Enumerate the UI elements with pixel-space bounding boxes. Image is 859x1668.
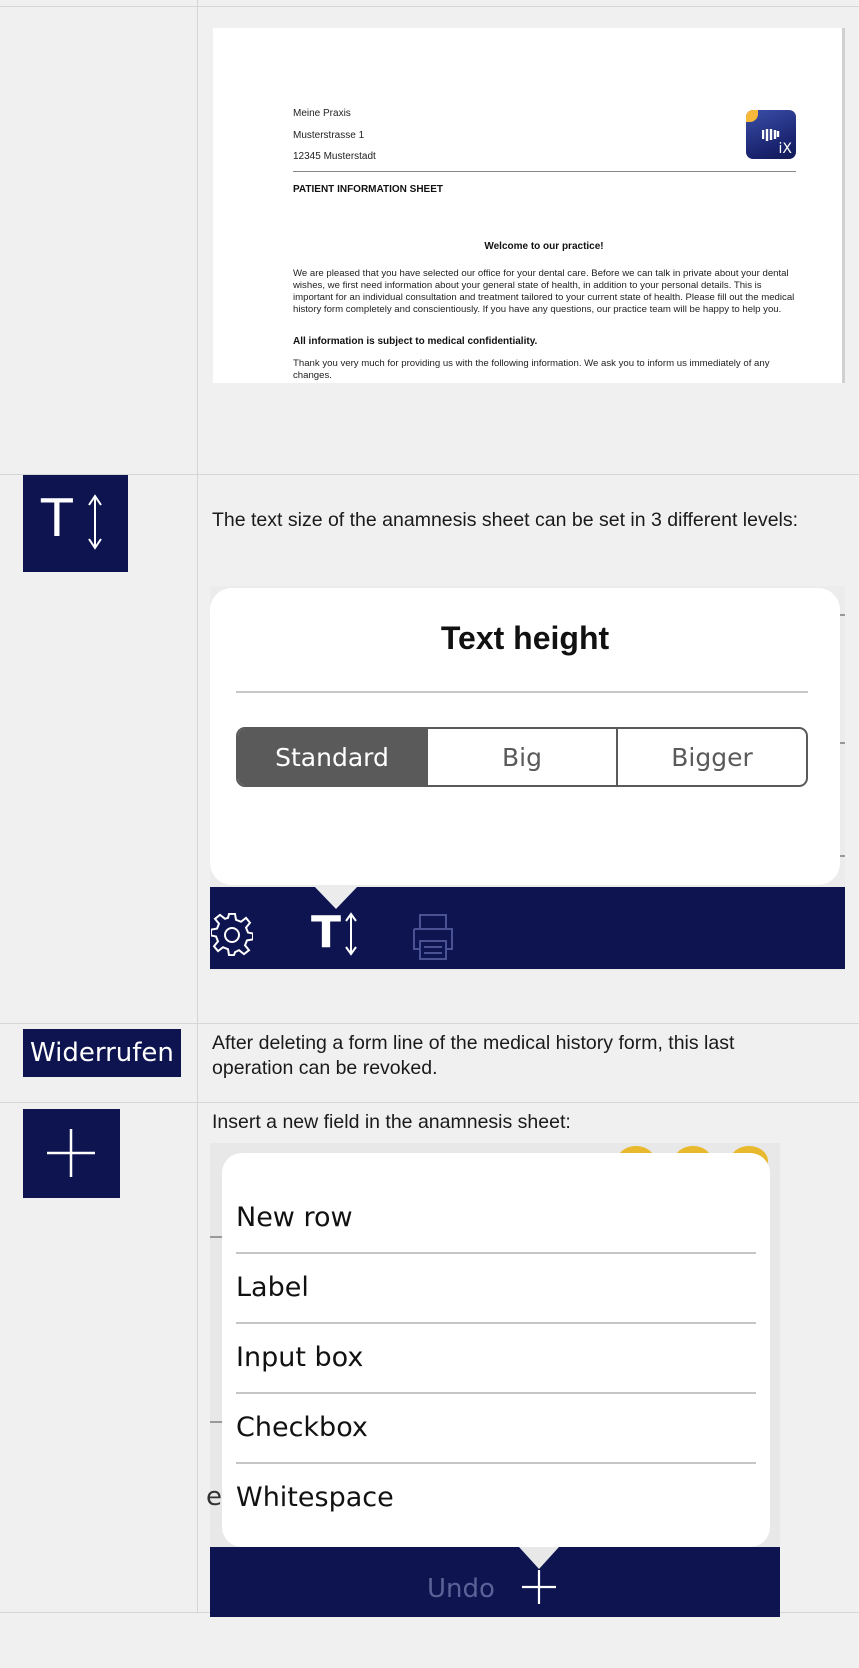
segment-big[interactable]: Big — [426, 729, 616, 785]
logo-text: iX — [778, 141, 792, 157]
sheet-title: PATIENT INFORMATION SHEET — [293, 184, 443, 195]
popover-title: Text height — [440, 620, 610, 656]
menu-item-whitespace[interactable]: Whitespace — [236, 1482, 394, 1513]
row-divider — [0, 6, 859, 7]
practice-street: Musterstrasse 1 — [293, 130, 365, 141]
plus-icon[interactable] — [521, 1569, 557, 1605]
printer-icon[interactable] — [408, 911, 458, 961]
tooth-icon — [762, 129, 780, 141]
text-height-segmented-control[interactable]: Standard Big Bigger — [236, 727, 808, 787]
insert-description: Insert a new field in the anamnesis shee… — [212, 1111, 571, 1133]
column-divider — [197, 0, 198, 1612]
patient-information-sheet-preview: Meine Praxis Musterstrasse 1 12345 Muste… — [213, 28, 845, 383]
practice-name: Meine Praxis — [293, 108, 351, 119]
toolbar-undo-button[interactable]: Undo — [427, 1574, 495, 1604]
up-down-arrow-icon — [345, 912, 357, 956]
header-rule — [293, 171, 796, 172]
menu-item-label[interactable]: Label — [236, 1272, 309, 1303]
text-size-description: The text size of the anamnesis sheet can… — [212, 509, 799, 531]
up-down-arrow-icon — [88, 494, 102, 550]
text-height-icon[interactable]: T — [23, 475, 128, 572]
gear-icon[interactable] — [211, 912, 253, 958]
menu-item-checkbox[interactable]: Checkbox — [236, 1412, 368, 1443]
row-divider — [0, 1023, 859, 1024]
segment-bigger[interactable]: Bigger — [616, 729, 806, 785]
menu-separator — [236, 1252, 756, 1254]
menu-separator — [236, 1462, 756, 1464]
popover-divider — [236, 691, 808, 693]
intro-paragraph: We are pleased that you have selected ou… — [293, 268, 795, 315]
thanks-paragraph: Thank you very much for providing us wit… — [293, 358, 770, 381]
practice-city: 12345 Musterstadt — [293, 151, 376, 162]
text-height-icon[interactable]: T — [307, 905, 363, 961]
menu-item-input-box[interactable]: Input box — [236, 1342, 363, 1373]
segment-standard[interactable]: Standard — [238, 729, 426, 785]
undo-button[interactable]: Widerrufen — [23, 1029, 181, 1077]
welcome-heading: Welcome to our practice! — [484, 241, 604, 252]
row-divider — [0, 1102, 859, 1103]
bottom-toolbar — [210, 1547, 780, 1617]
popover-arrow — [519, 1547, 559, 1569]
undo-description: After deleting a form line of the medica… — [212, 1032, 735, 1079]
row-divider — [0, 474, 859, 475]
menu-separator — [236, 1322, 756, 1324]
undo-button-label: Widerrufen — [30, 1038, 174, 1068]
practice-logo: iX — [746, 110, 796, 159]
menu-item-new-row[interactable]: New row — [236, 1202, 353, 1233]
plus-glyph — [47, 1129, 95, 1177]
plus-icon[interactable] — [23, 1109, 120, 1198]
bottom-toolbar — [210, 887, 845, 969]
confidentiality-note: All information is subject to medical co… — [293, 336, 538, 347]
menu-separator — [236, 1392, 756, 1394]
